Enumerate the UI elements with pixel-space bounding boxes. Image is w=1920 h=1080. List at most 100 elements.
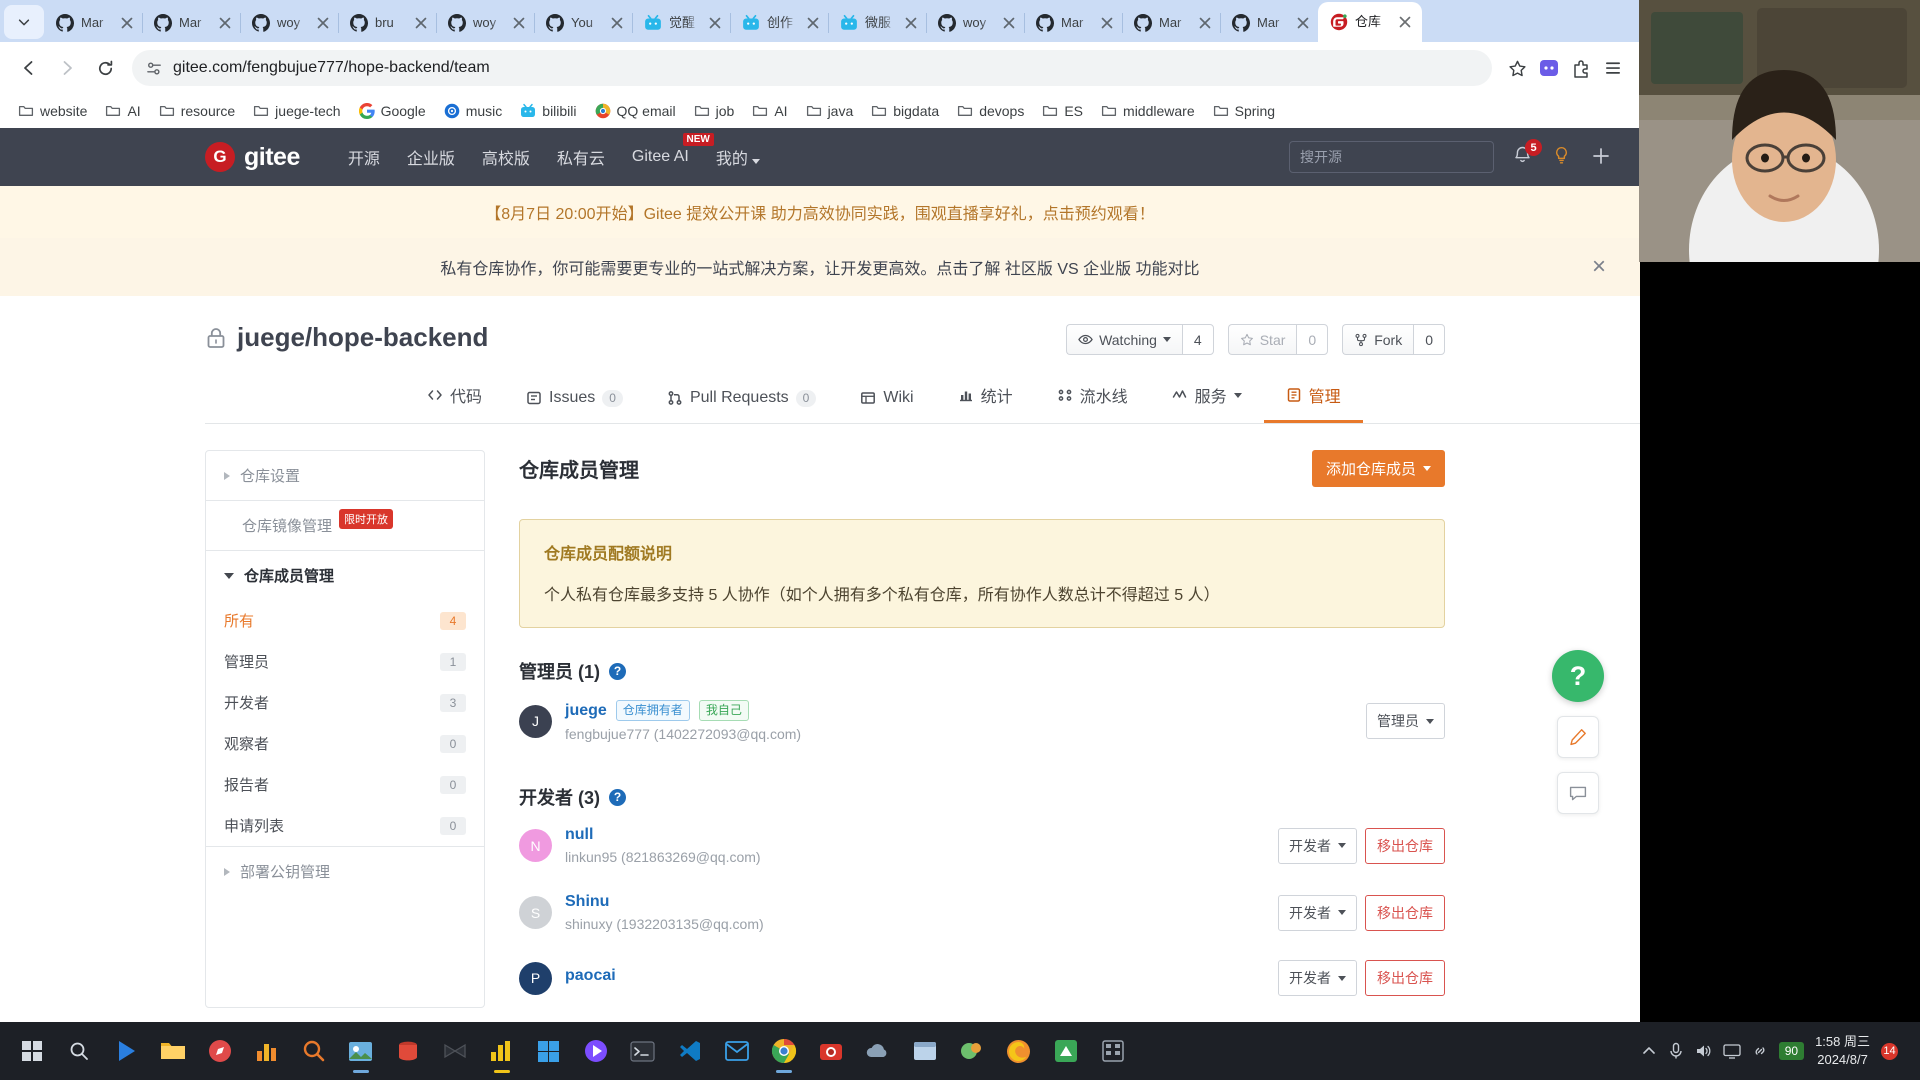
- taskbar-app-calc[interactable]: [1089, 1028, 1136, 1075]
- taskbar-app-chart-active[interactable]: [478, 1028, 525, 1075]
- taskbar-app-design[interactable]: [1042, 1028, 1089, 1075]
- close-icon[interactable]: [608, 14, 626, 32]
- star-count[interactable]: 0: [1296, 324, 1329, 355]
- repo-tab-管理[interactable]: 管理: [1263, 371, 1363, 423]
- browser-tab[interactable]: woy: [436, 4, 534, 42]
- repo-tab-流水线[interactable]: 流水线: [1035, 371, 1150, 423]
- bookmark-item[interactable]: job: [686, 99, 743, 123]
- start-button[interactable]: [8, 1028, 55, 1075]
- browser-tab[interactable]: You: [534, 4, 632, 42]
- member-name[interactable]: paocai: [565, 967, 616, 985]
- gitee-nav-私有云[interactable]: 私有云: [557, 145, 605, 169]
- sidebar-item-mirror-management[interactable]: 仓库镜像管理 限时开放: [206, 501, 484, 550]
- sidebar-item-管理员[interactable]: 管理员 1: [206, 641, 484, 682]
- gitee-nav-企业版[interactable]: 企业版: [407, 145, 455, 169]
- taskbar-app-mail[interactable]: [713, 1028, 760, 1075]
- remove-member-button[interactable]: 移出仓库: [1365, 894, 1445, 931]
- close-icon[interactable]: [1294, 14, 1312, 32]
- taskbar-app-analytics[interactable]: [243, 1028, 290, 1075]
- chat-button[interactable]: [1557, 772, 1599, 814]
- bookmark-item[interactable]: music: [436, 99, 511, 123]
- question-icon[interactable]: ?: [609, 788, 626, 806]
- taskbar-app-media[interactable]: [572, 1028, 619, 1075]
- ideas-button[interactable]: [1551, 145, 1572, 169]
- bookmark-item[interactable]: resource: [151, 99, 243, 123]
- back-button[interactable]: [12, 51, 46, 85]
- bookmark-item[interactable]: bilibili: [512, 99, 584, 123]
- sidebar-item-repo-settings[interactable]: 仓库设置: [206, 451, 484, 500]
- remove-member-button[interactable]: 移出仓库: [1365, 827, 1445, 864]
- taskbar-app-vlc[interactable]: [102, 1028, 149, 1075]
- display-icon[interactable]: [1723, 1043, 1741, 1059]
- close-icon[interactable]: ×: [1592, 253, 1606, 281]
- bookmark-item[interactable]: Spring: [1205, 99, 1283, 123]
- taskbar-app-search2[interactable]: [290, 1028, 337, 1075]
- avatar[interactable]: P: [519, 961, 552, 995]
- member-role-select[interactable]: 管理员: [1366, 703, 1445, 739]
- close-icon[interactable]: [1196, 14, 1214, 32]
- reload-button[interactable]: [88, 51, 122, 85]
- sidebar-item-开发者[interactable]: 开发者 3: [206, 682, 484, 723]
- chevron-up-icon[interactable]: [1641, 1043, 1657, 1059]
- browser-menu-icon[interactable]: [1598, 53, 1628, 83]
- taskbar-app-paint[interactable]: [948, 1028, 995, 1075]
- avatar[interactable]: J: [519, 704, 552, 738]
- sidebar-item-deploy-keys[interactable]: 部署公钥管理: [206, 847, 484, 896]
- member-name[interactable]: null: [565, 826, 593, 844]
- forward-button[interactable]: [50, 51, 84, 85]
- close-icon[interactable]: [314, 14, 332, 32]
- close-icon[interactable]: [1000, 14, 1018, 32]
- browser-tab-active[interactable]: 仓库: [1318, 2, 1422, 42]
- bookmark-item[interactable]: middleware: [1093, 99, 1203, 123]
- sidebar-item-所有[interactable]: 所有 4: [206, 600, 484, 641]
- add-member-button[interactable]: 添加仓库成员: [1311, 450, 1445, 487]
- browser-tab[interactable]: 微服: [828, 4, 926, 42]
- notifications-button[interactable]: 5: [1512, 139, 1542, 169]
- browser-tab[interactable]: 创作: [730, 4, 828, 42]
- repo-tab-Wiki[interactable]: Wiki: [838, 377, 935, 423]
- fork-count[interactable]: 0: [1413, 324, 1445, 355]
- repo-tab-Pull Requests[interactable]: Pull Requests 0: [645, 377, 838, 423]
- repo-tab-统计[interactable]: 统计: [936, 371, 1035, 423]
- taskbar-app-vscode[interactable]: [666, 1028, 713, 1075]
- close-icon[interactable]: [216, 14, 234, 32]
- close-icon[interactable]: [118, 14, 136, 32]
- member-role-select[interactable]: 开发者: [1278, 894, 1357, 931]
- avatar[interactable]: N: [519, 829, 552, 862]
- repo-tab-Issues[interactable]: Issues 0: [504, 377, 645, 423]
- close-icon[interactable]: [706, 14, 724, 32]
- sidebar-item-member-management[interactable]: 仓库成员管理: [206, 551, 484, 600]
- gitee-nav-开源[interactable]: 开源: [348, 145, 380, 169]
- taskbar-app-terminal[interactable]: [619, 1028, 666, 1075]
- browser-tab[interactable]: woy: [926, 4, 1024, 42]
- close-icon[interactable]: [902, 14, 920, 32]
- close-icon[interactable]: [1098, 14, 1116, 32]
- feedback-edit-button[interactable]: [1557, 716, 1599, 758]
- taskbar-app-notes[interactable]: [196, 1028, 243, 1075]
- gitee-nav-高校版[interactable]: 高校版: [482, 145, 530, 169]
- gitee-nav-我的[interactable]: 我的: [716, 145, 761, 169]
- bookmark-item[interactable]: AI: [97, 99, 148, 123]
- volume-icon[interactable]: [1695, 1043, 1712, 1059]
- microphone-icon[interactable]: [1668, 1042, 1684, 1060]
- taskbar-app-explorer[interactable]: [149, 1028, 196, 1075]
- bookmark-item[interactable]: juege-tech: [245, 99, 348, 123]
- close-icon[interactable]: [1396, 13, 1414, 31]
- bookmark-item[interactable]: QQ email: [587, 99, 684, 123]
- tab-search-button[interactable]: [4, 5, 44, 39]
- bookmark-item[interactable]: AI: [744, 99, 795, 123]
- taskbar-app-firefox[interactable]: [995, 1028, 1042, 1075]
- help-fab-button[interactable]: ?: [1552, 650, 1604, 702]
- member-name[interactable]: juege: [565, 702, 607, 720]
- taskbar-app-chrome[interactable]: [760, 1028, 807, 1075]
- bookmark-item[interactable]: devops: [949, 99, 1032, 123]
- taskbar-app-window[interactable]: [901, 1028, 948, 1075]
- avatar[interactable]: S: [519, 896, 552, 929]
- browser-tab[interactable]: woy: [240, 4, 338, 42]
- address-bar[interactable]: gitee.com/fengbujue777/hope-backend/team: [132, 50, 1492, 86]
- create-new-button[interactable]: [1590, 145, 1612, 170]
- bookmark-item[interactable]: ES: [1034, 99, 1091, 123]
- repo-tab-服务[interactable]: 服务: [1150, 371, 1264, 423]
- sidebar-item-报告者[interactable]: 报告者 0: [206, 764, 484, 805]
- link-icon[interactable]: [1752, 1043, 1768, 1059]
